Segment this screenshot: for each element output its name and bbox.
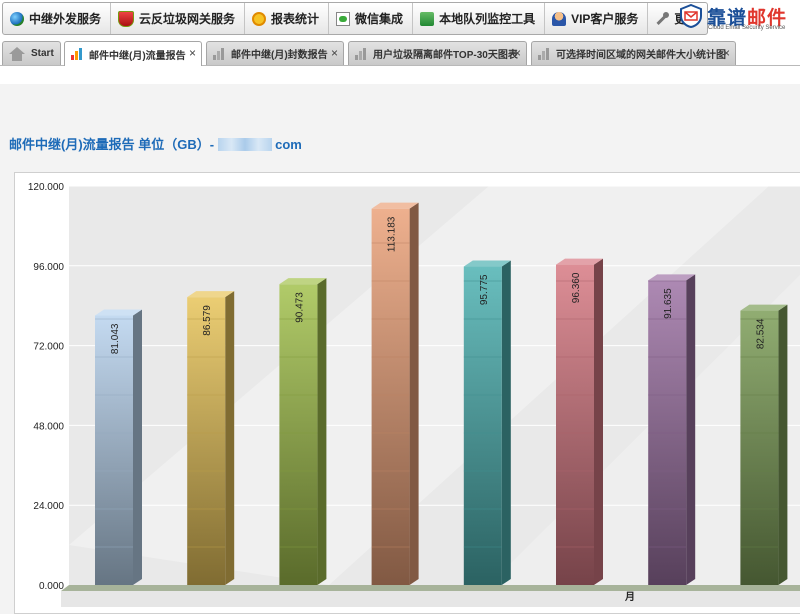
brand-tagline: Cloud Email Security Service [708,25,786,31]
data-label: 86.579 [202,305,213,336]
data-label: 82.534 [755,318,766,349]
tab-relay-traffic-report[interactable]: 邮件中继(月)流量报告 × [64,41,202,66]
bar-6-side [594,258,603,585]
bar-1 [95,315,133,585]
tab-spam-quarantine-top30[interactable]: 用户垃圾隔离邮件TOP-30天图表 × [348,41,527,65]
bar-chart-icon [71,48,83,60]
bar-3 [279,284,318,585]
floor-front [61,591,800,607]
bar-2-side [225,291,235,585]
report-icon [252,11,267,26]
globe-icon [10,11,24,26]
y-tick-label: 0.000 [39,581,64,592]
x-axis-label: 月 [624,591,635,603]
tab-gateway-size-stats[interactable]: 可选择时间区域的网关邮件大小统计图 × [531,41,736,65]
main-menu: 中继外发服务 云反垃圾网关服务 报表统计 微信集成 本地队列监控工具 VIP客户… [2,2,709,35]
wrench-icon [655,11,670,26]
home-icon [9,46,25,61]
data-label: 81.043 [110,323,121,354]
y-tick-label: 96.000 [33,262,64,273]
tab-relay-count-report[interactable]: 邮件中继(月)封数报告 × [206,41,344,65]
shield-icon [118,10,135,27]
bar-1-side [133,309,142,585]
bar-6 [556,264,594,585]
queue-icon [420,11,435,26]
bar-chart-icon [213,47,225,60]
data-label: 113.183 [387,216,398,252]
close-icon[interactable]: × [189,46,196,60]
menu-cloud-antispam[interactable]: 云反垃圾网关服务 [111,3,246,34]
data-label: 96.360 [571,272,582,303]
redacted-domain [218,138,273,151]
menu-vip-service[interactable]: VIP客户服务 [545,3,649,34]
content-header-band [0,66,800,84]
y-tick-label: 48.000 [33,421,64,432]
y-tick-label: 120.000 [28,182,65,193]
data-label: 91.635 [663,288,674,319]
menu-wechat[interactable]: 微信集成 [329,3,414,34]
bar-8-side [778,304,788,585]
bar-8 [740,310,779,585]
bar-2 [187,297,226,585]
close-icon[interactable]: × [331,46,338,60]
menu-reports[interactable]: 报表统计 [245,3,330,34]
close-icon[interactable]: × [723,46,730,60]
chart-panel: 0.000 24.000 48.000 72.000 96.000 120.000 81.0… [14,172,800,614]
data-label: 90.473 [294,292,305,323]
menu-relay-outbound[interactable]: 中继外发服务 [3,3,112,34]
tab-strip: Start 邮件中继(月)流量报告 × 邮件中继(月)封数报告 × 用户垃圾隔离… [0,37,800,66]
floor [61,585,800,591]
data-label: 95.775 [479,274,490,305]
top-menu-bar: 中继外发服务 云反垃圾网关服务 报表统计 微信集成 本地队列监控工具 VIP客户… [0,0,800,37]
bar-5-side [501,260,511,585]
y-tick-label: 72.000 [33,342,64,353]
brand-logo: 靠谱邮件 Cloud Email Security Service [676,1,798,34]
bar-5 [463,266,502,585]
bar-7-side [686,274,696,585]
bar-chart-icon [355,47,367,60]
wechat-icon [336,11,351,26]
tab-start[interactable]: Start [2,41,61,65]
traffic-bar-chart: 0.000 24.000 48.000 72.000 96.000 120.000 81.0… [28,182,800,607]
bar-3-side [317,278,327,585]
bar-4-side [409,202,419,586]
report-title: 邮件中继(月)流量报告 单位（GB）- com [9,137,302,152]
menu-queue-monitor[interactable]: 本地队列监控工具 [413,3,546,34]
shield-mail-logo-icon [680,4,702,28]
bar-chart-icon [538,47,550,60]
vip-user-icon [552,11,567,26]
bar-4 [371,208,410,585]
close-icon[interactable]: × [514,46,521,60]
y-tick-label: 24.000 [33,501,64,512]
